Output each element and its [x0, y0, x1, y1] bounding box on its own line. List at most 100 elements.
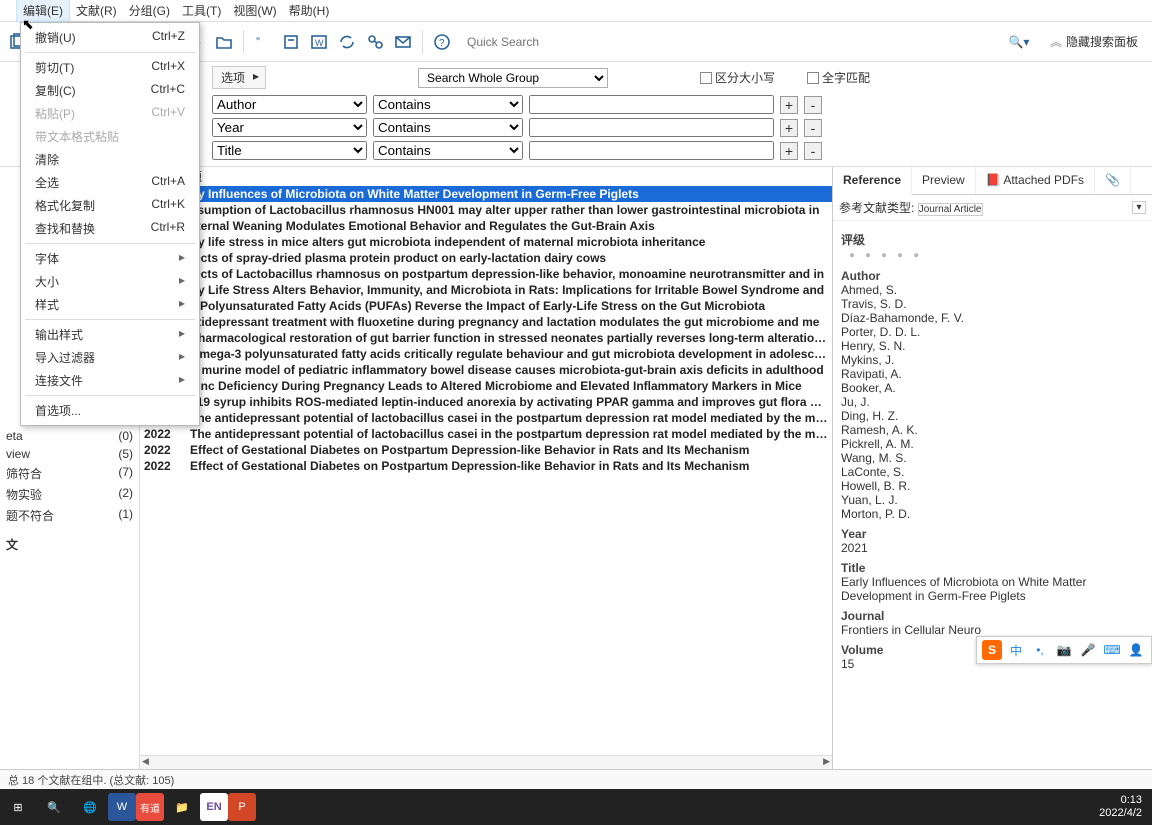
- search-scope-select[interactable]: Search Whole Group: [418, 68, 608, 88]
- menu-item[interactable]: 全选Ctrl+A: [21, 171, 199, 194]
- word-icon[interactable]: W: [308, 31, 330, 53]
- add-filter[interactable]: +: [780, 96, 798, 114]
- reference-row[interactable]: rly Influences of Microbiota on White Ma…: [140, 186, 832, 202]
- explorer-icon[interactable]: 📁: [164, 789, 200, 825]
- search-task-icon[interactable]: 🔍: [36, 789, 72, 825]
- menu-1[interactable]: 编辑(E): [16, 0, 70, 22]
- reference-row[interactable]: 3 Polyunsaturated Fatty Acids (PUFAs) Re…: [140, 298, 832, 314]
- ppt-icon[interactable]: P: [228, 793, 256, 821]
- group-item[interactable]: 物实验(2): [0, 484, 139, 505]
- endnote-task-icon[interactable]: EN: [200, 793, 228, 821]
- help-icon[interactable]: ?: [431, 31, 453, 53]
- reference-row[interactable]: nsumption of Lactobacillus rhamnosus HN0…: [140, 202, 832, 218]
- chevron-up-icon[interactable]: ︽: [1050, 33, 1062, 50]
- clock[interactable]: 0:132022/4/2: [1089, 794, 1152, 820]
- menu-0[interactable]: [4, 9, 16, 13]
- reference-row[interactable]: rly Life Stress Alters Behavior, Immunit…: [140, 282, 832, 298]
- reference-row[interactable]: ntidepressant treatment with fluoxetine …: [140, 314, 832, 330]
- menu-6[interactable]: 帮助(H): [283, 0, 336, 21]
- filter-op[interactable]: Contains: [373, 118, 523, 137]
- filter-field[interactable]: Title: [212, 141, 367, 160]
- reference-row[interactable]: 2021919 syrup inhibits ROS-mediated lept…: [140, 394, 832, 410]
- tab-pdfs[interactable]: 📕 Attached PDFs: [976, 167, 1095, 194]
- reference-row[interactable]: 2022The antidepressant potential of lact…: [140, 426, 832, 442]
- menu-item[interactable]: 样式▸: [21, 293, 199, 316]
- search-dropdown-icon[interactable]: 🔍▾: [1008, 31, 1030, 53]
- tab-preview[interactable]: Preview: [912, 167, 976, 194]
- group-item[interactable]: 题不符合(1): [0, 505, 139, 526]
- author-line: Ding, H. Z.: [841, 409, 1144, 423]
- email-icon[interactable]: [392, 31, 414, 53]
- menu-item[interactable]: 导入过滤器▸: [21, 346, 199, 369]
- reference-row[interactable]: 2022Effect of Gestational Diabetes on Po…: [140, 458, 832, 474]
- tab-reference[interactable]: Reference: [833, 167, 912, 195]
- quick-search-input[interactable]: [467, 35, 567, 49]
- svg-text:”: ”: [256, 35, 260, 49]
- menu-item: 带文本格式粘贴: [21, 125, 199, 148]
- filter-field[interactable]: Author: [212, 95, 367, 114]
- menu-item[interactable]: 大小▸: [21, 270, 199, 293]
- options-button[interactable]: 选项: [212, 66, 266, 89]
- menu-2[interactable]: 文献(R): [70, 0, 123, 21]
- filter-value[interactable]: [529, 141, 774, 160]
- menu-item[interactable]: 首选项...: [21, 399, 199, 422]
- horizontal-scrollbar[interactable]: [140, 755, 832, 769]
- filter-op[interactable]: Contains: [373, 95, 523, 114]
- filter-field[interactable]: Year: [212, 118, 367, 137]
- remove-filter[interactable]: -: [804, 96, 822, 114]
- reference-row[interactable]: rly life stress in mice alters gut micro…: [140, 234, 832, 250]
- rating-stars[interactable]: ●●●●●: [841, 248, 1144, 263]
- folder-icon[interactable]: [213, 31, 235, 53]
- remove-filter[interactable]: -: [804, 142, 822, 160]
- menubar: 编辑(E)文献(R)分组(G)工具(T)视图(W)帮助(H): [0, 0, 1152, 22]
- menu-item[interactable]: 连接文件▸: [21, 369, 199, 392]
- ime-toolbar[interactable]: S中•,📷🎤⌨👤: [976, 636, 1152, 664]
- reference-row[interactable]: fects of Lactobacillus rhamnosus on post…: [140, 266, 832, 282]
- menu-4[interactable]: 工具(T): [176, 0, 227, 21]
- menu-item[interactable]: 输出样式▸: [21, 323, 199, 346]
- reference-row[interactable]: 2020A murine model of pediatric inflamma…: [140, 362, 832, 378]
- menu-item[interactable]: 撤销(U)Ctrl+Z: [21, 26, 199, 49]
- sync-icon[interactable]: [336, 31, 358, 53]
- author-line: Ravipati, A.: [841, 367, 1144, 381]
- menu-item[interactable]: 格式化复制Ctrl+K: [21, 194, 199, 217]
- reftype-dropdown[interactable]: ▾: [1132, 201, 1146, 214]
- reference-row[interactable]: fects of spray-dried plasma protein prod…: [140, 250, 832, 266]
- filter-value[interactable]: [529, 118, 774, 137]
- add-filter[interactable]: +: [780, 142, 798, 160]
- menu-item[interactable]: 复制(C)Ctrl+C: [21, 79, 199, 102]
- wholeword-checkbox[interactable]: 全字匹配: [807, 69, 870, 86]
- menu-3[interactable]: 分组(G): [123, 0, 176, 21]
- reference-row[interactable]: aternal Weaning Modulates Emotional Beha…: [140, 218, 832, 234]
- youdao-icon[interactable]: 有道: [136, 793, 164, 821]
- share-icon[interactable]: [364, 31, 386, 53]
- add-filter[interactable]: +: [780, 119, 798, 137]
- attach-icon[interactable]: 📎: [1095, 167, 1131, 194]
- menu-5[interactable]: 视图(W): [227, 0, 282, 21]
- reference-row[interactable]: 2022The antidepressant potential of lact…: [140, 410, 832, 426]
- menu-item[interactable]: 字体▸: [21, 247, 199, 270]
- author-line: Morton, P. D.: [841, 507, 1144, 521]
- reference-row[interactable]: 2022Effect of Gestational Diabetes on Po…: [140, 442, 832, 458]
- menu-item[interactable]: 剪切(T)Ctrl+X: [21, 56, 199, 79]
- start-icon[interactable]: ⊞: [0, 789, 36, 825]
- group-item[interactable]: view(5): [0, 445, 139, 463]
- menu-item[interactable]: 查找和替换Ctrl+R: [21, 217, 199, 240]
- edge-icon[interactable]: 🌐: [72, 789, 108, 825]
- group-item[interactable]: eta(0): [0, 427, 139, 445]
- reference-row[interactable]: 2019Zinc Deficiency During Pregnancy Lea…: [140, 378, 832, 394]
- hide-search-panel[interactable]: 隐藏搜索面板: [1066, 33, 1138, 50]
- menu-item[interactable]: 清除: [21, 148, 199, 171]
- svg-text:?: ?: [439, 38, 445, 49]
- filter-value[interactable]: [529, 95, 774, 114]
- reference-row[interactable]: 2019Pharmacological restoration of gut b…: [140, 330, 832, 346]
- remove-filter[interactable]: -: [804, 119, 822, 137]
- word-task-icon[interactable]: W: [108, 793, 136, 821]
- reference-row[interactable]: 2017Omega-3 polyunsaturated fatty acids …: [140, 346, 832, 362]
- quote-icon[interactable]: ”: [252, 31, 274, 53]
- case-checkbox[interactable]: 区分大小写: [700, 69, 775, 86]
- format-icon[interactable]: [280, 31, 302, 53]
- author-line: Ahmed, S.: [841, 283, 1144, 297]
- group-item[interactable]: 筛符合(7): [0, 463, 139, 484]
- filter-op[interactable]: Contains: [373, 141, 523, 160]
